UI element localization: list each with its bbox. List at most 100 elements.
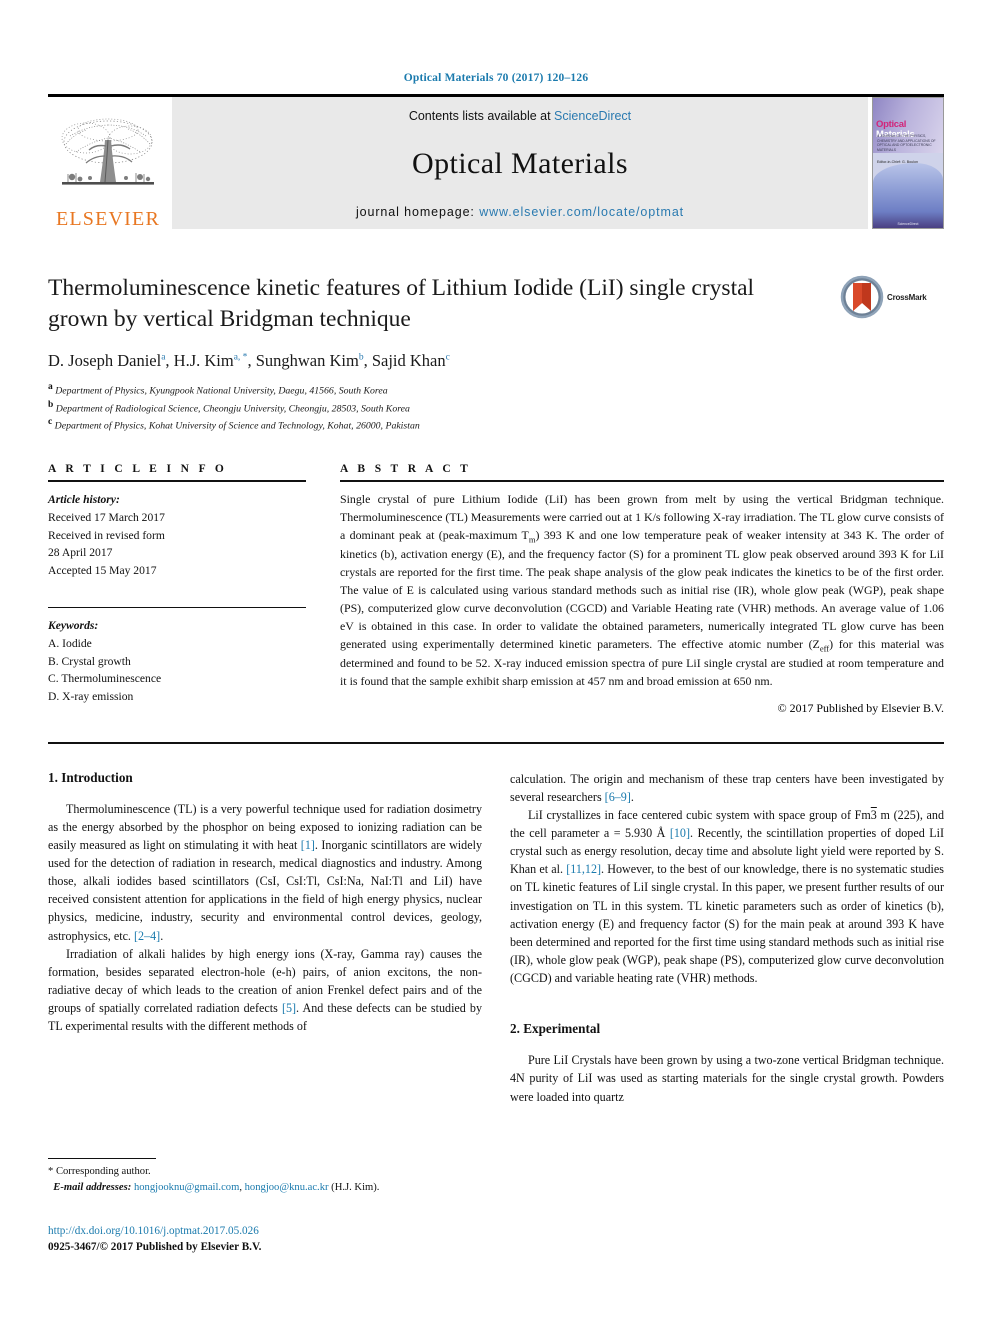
citation-link[interactable]: [2–4] xyxy=(134,929,160,943)
paragraph: calculation. The origin and mechanism of… xyxy=(510,770,944,806)
crossmark-badge[interactable]: CrossMark xyxy=(840,275,944,319)
affiliation-item: a Department of Physics, Kyungpook Natio… xyxy=(48,381,944,398)
body-left-column: 1. Introduction Thermoluminescence (TL) … xyxy=(48,770,482,1106)
affiliation-mark: a xyxy=(48,382,53,393)
journal-homepage-link[interactable]: www.elsevier.com/locate/optmat xyxy=(479,205,684,219)
email-owner: (H.J. Kim). xyxy=(328,1181,380,1193)
footnote-divider xyxy=(48,1158,156,1159)
cover-footer: ScienceDirect xyxy=(897,222,919,226)
crossmark-label: CrossMark xyxy=(887,292,927,302)
article-page: Optical Materials 70 (2017) 120–126 ELSE… xyxy=(0,0,992,1323)
paragraph-text: . Inorganic scintillators are widely use… xyxy=(48,837,482,943)
corresponding-author-line: * Corresponding author. xyxy=(48,1166,151,1177)
cover-wave-graphic xyxy=(873,163,943,228)
affiliation-mark: b xyxy=(48,399,54,410)
email-link-secondary[interactable]: hongjoo@knu.ac.kr xyxy=(245,1182,329,1193)
author-name: Sunghwan Kim xyxy=(255,351,359,371)
journal-title: Optical Materials xyxy=(412,147,628,180)
author-affiliation-mark: b xyxy=(358,352,364,363)
keywords-heading: Keywords: xyxy=(48,619,99,633)
paragraph-text: LiI crystallizes in face centered cubic … xyxy=(528,807,871,822)
paragraph-text: . However, to the best of our knowledge,… xyxy=(510,862,944,986)
abstract-column: A B S T R A C T Single crystal of pure L… xyxy=(340,463,944,715)
elsevier-logo: ELSEVIER xyxy=(48,97,168,229)
abstract-text: Single crystal of pure Lithium Iodide (L… xyxy=(340,491,944,690)
article-history-item: Accepted 15 May 2017 xyxy=(48,563,157,577)
title-block: CrossMark Thermoluminescence kinetic fea… xyxy=(48,273,944,433)
author-list: D. Joseph Daniela, H.J. Kima, *, Sunghwa… xyxy=(48,351,450,371)
author-affiliation-mark: a xyxy=(161,352,166,363)
divider xyxy=(48,480,306,483)
abstract-copyright: © 2017 Published by Elsevier B.V. xyxy=(777,700,944,715)
keywords-block: Keywords: A. Iodide B. Crystal growth C.… xyxy=(48,617,306,705)
running-head: Optical Materials 70 (2017) 120–126 xyxy=(403,72,589,84)
author-affiliation-mark: c xyxy=(445,352,450,363)
cover-subtitle: A JOURNAL ON THE PHYSICS, CHEMISTRY AND … xyxy=(877,134,936,152)
paragraph-text: calculation. The origin and mechanism of… xyxy=(510,771,944,804)
affiliation-list: a Department of Physics, Kyungpook Natio… xyxy=(48,381,944,433)
abstract-zeff-subscript: eff xyxy=(819,643,830,654)
keyword-item: C. Thermoluminescence xyxy=(48,672,162,686)
corresponding-author-footnote: * Corresponding author. E-mail addresses… xyxy=(48,1158,478,1196)
keyword-item: B. Crystal growth xyxy=(48,654,131,668)
paragraph-text: . xyxy=(630,789,634,804)
info-abstract-region: A R T I C L E I N F O Article history: R… xyxy=(48,463,944,715)
affiliation-text: Department of Physics, Kohat University … xyxy=(54,420,420,432)
paragraph: Irradiation of alkali halides by high en… xyxy=(48,945,482,1036)
crossmark-icon xyxy=(840,275,884,319)
doi-block: http://dx.doi.org/10.1016/j.optmat.2017.… xyxy=(48,1224,488,1256)
paragraph: Thermoluminescence (TL) is a very powerf… xyxy=(48,800,482,945)
divider xyxy=(340,480,944,483)
email-label: E-mail addresses: xyxy=(53,1181,132,1193)
article-history-heading: Article history: xyxy=(48,493,120,507)
paragraph: LiI crystallizes in face centered cubic … xyxy=(510,806,944,987)
author-name: Sajid Khan xyxy=(371,351,446,371)
body-right-column: calculation. The origin and mechanism of… xyxy=(510,770,944,1106)
article-info-label: A R T I C L E I N F O xyxy=(48,463,228,476)
journal-masthead: ELSEVIER Contents lists available at Sci… xyxy=(48,94,944,229)
issn-copyright-line: 0925-3467/© 2017 Published by Elsevier B… xyxy=(48,1240,262,1253)
section-heading-introduction: 1. Introduction xyxy=(48,769,133,785)
citation-link[interactable]: [11,12] xyxy=(566,862,601,876)
doi-link[interactable]: http://dx.doi.org/10.1016/j.optmat.2017.… xyxy=(48,1224,488,1240)
journal-cover-thumbnail: Optical Materials A JOURNAL ON THE PHYSI… xyxy=(872,97,944,229)
affiliation-item: b Department of Radiological Science, Ch… xyxy=(48,399,944,416)
citation-link[interactable]: [10] xyxy=(670,826,690,840)
page-title: Thermoluminescence kinetic features of L… xyxy=(48,275,755,333)
affiliation-text: Department of Physics, Kyungpook Nationa… xyxy=(55,385,388,397)
email-link-primary[interactable]: hongjooknu@gmail.com xyxy=(134,1182,239,1193)
citation-link[interactable]: [6–9] xyxy=(605,790,631,804)
affiliation-mark: c xyxy=(48,416,53,427)
email-line: E-mail addresses: hongjooknu@gmail.com, … xyxy=(48,1180,478,1196)
paragraph: Pure LiI Crystals have been grown by usi… xyxy=(510,1053,944,1104)
homepage-prefix: journal homepage: xyxy=(355,205,480,219)
citation-link[interactable]: [5] xyxy=(282,1001,296,1015)
abstract-part-2: ) 393 K and one low temperature peak of … xyxy=(340,528,944,651)
affiliation-text: Department of Radiological Science, Cheo… xyxy=(55,402,410,414)
section-heading-experimental: 2. Experimental xyxy=(510,1021,601,1037)
sciencedirect-link[interactable]: ScienceDirect xyxy=(554,109,631,123)
keyword-item: A. Iodide xyxy=(48,637,92,651)
article-history-item: Received in revised form xyxy=(48,528,165,542)
article-history-block: Article history: Received 17 March 2017 … xyxy=(48,491,306,579)
divider xyxy=(48,607,306,609)
elsevier-wordmark: ELSEVIER xyxy=(55,208,161,230)
elsevier-tree-icon xyxy=(61,118,154,185)
article-info-column: A R T I C L E I N F O Article history: R… xyxy=(48,463,306,715)
abstract-label: A B S T R A C T xyxy=(340,463,472,476)
author-affiliation-mark: a, * xyxy=(233,352,248,363)
author-name: H.J. Kim xyxy=(173,351,234,371)
masthead-center: Contents lists available at ScienceDirec… xyxy=(172,97,868,229)
journal-homepage-line: journal homepage: www.elsevier.com/locat… xyxy=(356,205,684,219)
paragraph-text: . xyxy=(160,928,164,943)
body-columns: 1. Introduction Thermoluminescence (TL) … xyxy=(48,770,944,1106)
citation-link[interactable]: [1] xyxy=(301,838,315,852)
article-history-item: Received 17 March 2017 xyxy=(48,511,165,525)
section-divider xyxy=(48,741,944,744)
article-history-item: 28 April 2017 xyxy=(48,546,113,560)
contents-prefix: Contents lists available at xyxy=(408,109,555,123)
author-name: D. Joseph Daniel xyxy=(48,351,162,371)
affiliation-item: c Department of Physics, Kohat Universit… xyxy=(48,416,944,433)
keyword-item: D. X-ray emission xyxy=(48,689,134,703)
